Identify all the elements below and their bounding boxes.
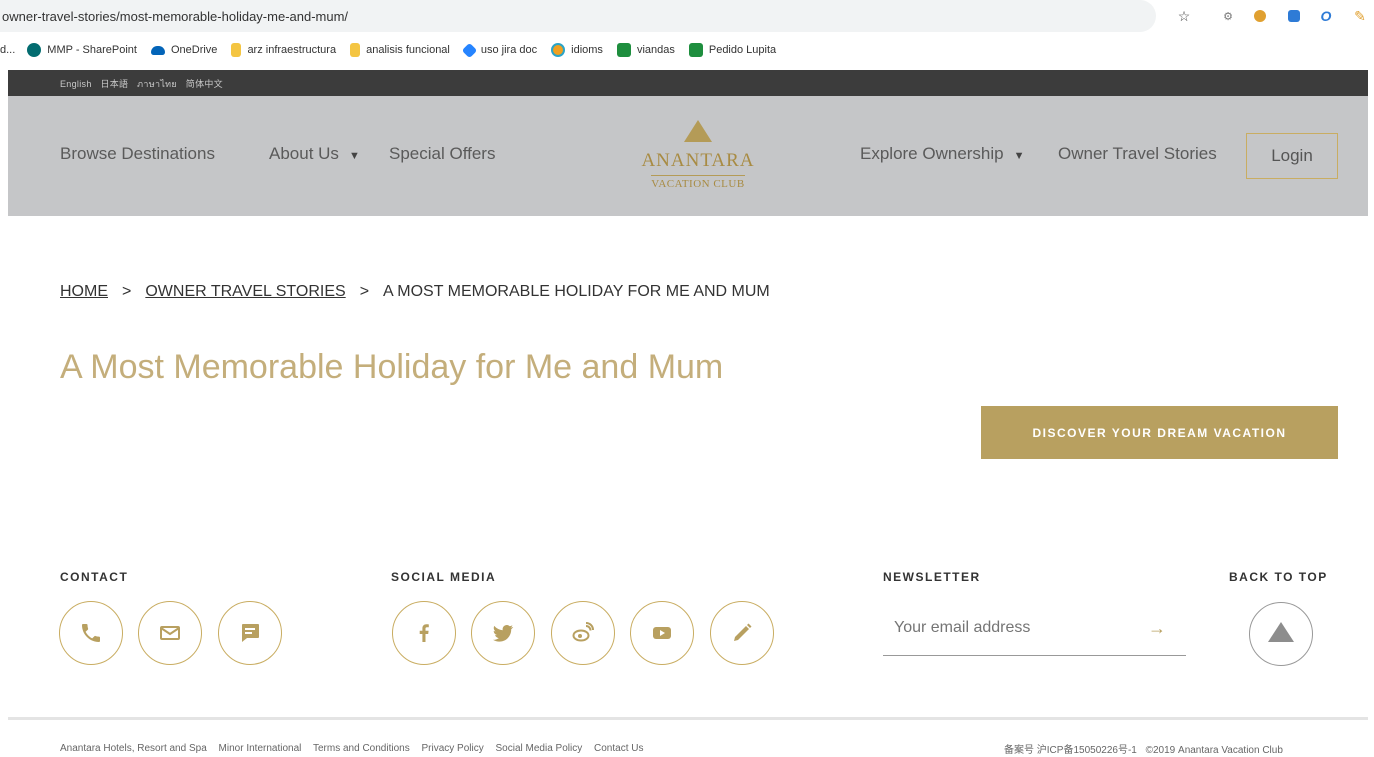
facebook-icon xyxy=(419,624,429,642)
caret-down-icon: ▼ xyxy=(348,150,360,162)
footer-link-contact[interactable]: Contact Us xyxy=(594,743,643,754)
weibo-button[interactable] xyxy=(551,601,615,665)
folder-icon xyxy=(231,43,242,57)
footer-links: Anantara Hotels, Resort and Spa Minor In… xyxy=(60,743,652,754)
extension-icon[interactable]: ⚙ xyxy=(1218,6,1238,26)
social-media-heading: SOCIAL MEDIA xyxy=(391,570,497,584)
lang-chinese[interactable]: 简体中文 xyxy=(186,79,223,89)
lang-thai[interactable]: ภาษาไทย xyxy=(137,79,177,89)
email-button[interactable] xyxy=(138,601,202,665)
lang-english[interactable]: English xyxy=(60,79,92,89)
cookie-extension-icon[interactable] xyxy=(1250,6,1270,26)
envelope-icon xyxy=(160,626,180,640)
chat-icon xyxy=(242,624,259,642)
up-arrow-icon xyxy=(1268,622,1294,642)
sheets-icon xyxy=(616,43,631,57)
submit-arrow-icon[interactable]: → xyxy=(1148,618,1166,639)
bookmark-viandas[interactable]: viandas xyxy=(616,43,675,57)
language-bar: English 日本語 ภาษาไทย 简体中文 xyxy=(8,70,1368,96)
jira-icon xyxy=(461,42,478,58)
phone-button[interactable] xyxy=(59,601,123,665)
login-button[interactable]: Login xyxy=(1246,133,1338,179)
bookmark-sharepoint[interactable]: MMP - SharePoint xyxy=(27,43,137,57)
breadcrumb-separator: > xyxy=(122,283,132,300)
bookmark-arz-infraestructura[interactable]: arz infraestructura xyxy=(231,43,336,57)
page-title: A Most Memorable Holiday for Me and Mum xyxy=(60,348,724,386)
bookmark-uso-jira-doc[interactable]: uso jira doc xyxy=(461,42,537,58)
address-bar[interactable]: owner-travel-stories/most-memorable-holi… xyxy=(0,0,1156,32)
email-field[interactable] xyxy=(894,619,1144,637)
logo-triangle-icon xyxy=(684,120,712,142)
discover-dream-vacation-button[interactable]: DISCOVER YOUR DREAM VACATION xyxy=(981,406,1338,459)
copyright: ©2019 Anantara Vacation Club xyxy=(1145,745,1283,756)
bookmark-star-icon[interactable]: ☆ xyxy=(1174,6,1194,26)
pencil-icon xyxy=(734,623,752,641)
back-to-top-heading: BACK TO TOP xyxy=(1229,570,1328,584)
registration-number[interactable]: 备案号 沪ICP备15050226号-1 xyxy=(1004,745,1137,756)
site-header: Browse Destinations About Us ▼ Special Of… xyxy=(8,96,1368,216)
back-to-top-button[interactable] xyxy=(1249,602,1313,666)
footer-divider xyxy=(8,717,1368,720)
bookmark-item[interactable]: d... xyxy=(0,44,15,56)
youtube-icon xyxy=(653,627,671,639)
phone-icon xyxy=(82,624,100,642)
nav-explore-ownership[interactable]: Explore Ownership ▼ xyxy=(860,144,1025,164)
globe-icon xyxy=(551,43,566,57)
footer-link-minor[interactable]: Minor International xyxy=(219,743,302,754)
nav-special-offers[interactable]: Special Offers xyxy=(389,144,495,164)
footer-link-anantara[interactable]: Anantara Hotels, Resort and Spa xyxy=(60,743,207,754)
footer-link-social-policy[interactable]: Social Media Policy xyxy=(496,743,583,754)
browser-toolbar: owner-travel-stories/most-memorable-holi… xyxy=(0,0,1374,32)
office-extension-icon[interactable]: O xyxy=(1316,6,1336,26)
nav-browse-destinations[interactable]: Browse Destinations xyxy=(60,144,215,164)
bookmark-pedido-lupita[interactable]: Pedido Lupita xyxy=(688,43,776,57)
nav-about-us[interactable]: About Us ▼ xyxy=(269,144,360,164)
nav-owner-travel-stories[interactable]: Owner Travel Stories xyxy=(1058,144,1217,164)
newsletter-heading: NEWSLETTER xyxy=(883,570,981,584)
twitter-icon xyxy=(492,625,514,642)
folder-icon xyxy=(350,43,361,57)
blog-button[interactable] xyxy=(710,601,774,665)
lang-japanese[interactable]: 日本語 xyxy=(100,79,128,89)
contact-heading: CONTACT xyxy=(60,570,129,584)
footer-link-privacy[interactable]: Privacy Policy xyxy=(421,743,483,754)
bookmark-analisis-funcional[interactable]: analisis funcional xyxy=(350,43,450,57)
sharepoint-icon xyxy=(27,43,42,57)
youtube-button[interactable] xyxy=(630,601,694,665)
breadcrumb-separator: > xyxy=(359,283,370,300)
bookmark-idioms[interactable]: idioms xyxy=(551,43,603,57)
chat-button[interactable] xyxy=(218,601,282,665)
bookmark-onedrive[interactable]: OneDrive xyxy=(150,44,217,56)
newsletter-form: → xyxy=(883,606,1186,656)
breadcrumb-owner-travel-stories[interactable]: OWNER TRAVEL STORIES xyxy=(145,283,345,300)
breadcrumb-current: A MOST MEMORABLE HOLIDAY FOR ME AND MUM xyxy=(383,283,770,300)
bookmarks-bar: d... MMP - SharePoint OneDrive arz infra… xyxy=(0,36,1374,64)
cloud-icon xyxy=(150,45,165,55)
footer-legal: 备案号 沪ICP备15050226号-1 ©2019 Anantara Vaca… xyxy=(1004,741,1283,756)
breadcrumb: HOME > OWNER TRAVEL STORIES > A MOST MEMORAB… xyxy=(60,283,770,301)
caret-down-icon: ▼ xyxy=(1013,150,1025,162)
weibo-icon xyxy=(572,622,594,642)
anantara-logo[interactable]: ANANTARA VACATION CLUB xyxy=(628,120,768,192)
sheets-icon xyxy=(688,43,703,57)
pen-extension-icon[interactable]: ✎ xyxy=(1350,6,1370,26)
footer-link-terms[interactable]: Terms and Conditions xyxy=(313,743,410,754)
translate-extension-icon[interactable] xyxy=(1284,6,1304,26)
twitter-button[interactable] xyxy=(471,601,535,665)
facebook-button[interactable] xyxy=(392,601,456,665)
breadcrumb-home[interactable]: HOME xyxy=(60,283,108,300)
